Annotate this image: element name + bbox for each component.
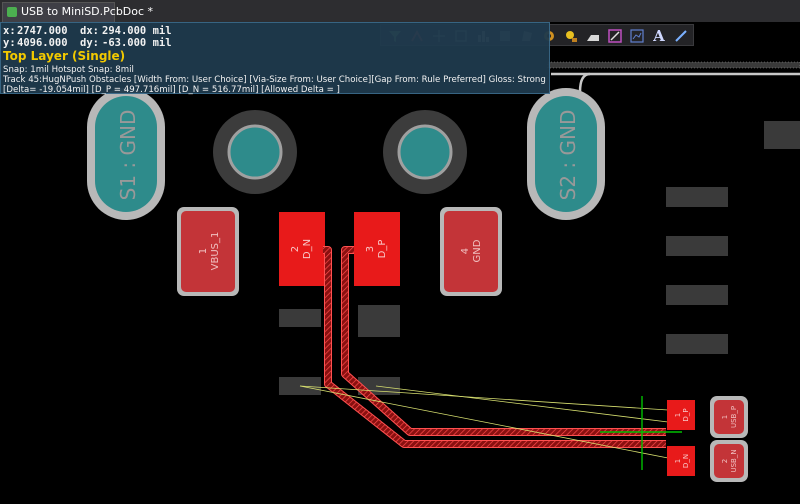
pad-c1-net: USB_P — [730, 406, 738, 428]
document-tab-title: USB to MiniSD.PcbDoc * — [21, 5, 154, 18]
document-tab[interactable]: USB to MiniSD.PcbDoc * — [2, 2, 153, 22]
pad-4-gnd[interactable]: 4 GND — [440, 207, 502, 296]
hud-dy-value: -63.000 mil — [102, 37, 172, 49]
pad-4-net: GND — [472, 239, 483, 262]
pad-2-number: 2 — [290, 246, 301, 252]
pad-r2-dn[interactable]: 1 D_N — [667, 446, 695, 476]
pad-s1-label: S1 : GND — [116, 110, 140, 201]
pad-c1-number: 1 — [721, 415, 729, 419]
pad-r2-net: D_N — [682, 454, 690, 468]
pad-s2-label: S2 : GND — [556, 110, 580, 201]
pad-r1-dp[interactable]: 1 D_P — [667, 400, 695, 430]
pad-2-net: D_N — [302, 239, 313, 259]
pad-c2-usbn[interactable]: 2 USB_N — [710, 440, 748, 482]
document-tab-bar: USB to MiniSD.PcbDoc * — [0, 0, 800, 23]
text-icon[interactable]: A — [651, 27, 667, 45]
hud-snap-info: Snap: 1mil Hotspot Snap: 8mil — [3, 65, 134, 75]
pad-3-net: D_P — [377, 240, 388, 259]
pad-c2-net: USB_N — [730, 449, 738, 472]
line-icon[interactable] — [673, 28, 689, 44]
graph-icon[interactable] — [629, 28, 645, 44]
pad-icon[interactable] — [563, 28, 579, 44]
pad-2-dn[interactable]: 2 D_N — [279, 212, 325, 286]
hud-dx-value: 294.000 mil — [102, 25, 172, 37]
hud-dx-label: dx: — [80, 25, 99, 37]
pad-r1-number: 1 — [674, 413, 682, 417]
hud-dy-label: dy: — [80, 37, 99, 49]
pad-r1-net: D_P — [682, 408, 690, 421]
heads-up-display: x: 2747.000 dx: 294.000 mil y: 4096.000 … — [0, 22, 550, 95]
hud-track-info: Track 45:HugNPush Obstacles [Width From:… — [3, 75, 546, 85]
hud-delta-info: [Delta= -19.054mil] [D_P = 497.716mil] [… — [3, 85, 340, 95]
image-icon[interactable] — [607, 28, 623, 44]
pad-3-dp[interactable]: 3 D_P — [354, 212, 400, 286]
pad-r2-number: 1 — [674, 459, 682, 463]
mounting-hole-left[interactable] — [213, 110, 297, 194]
pad-1-net: VBUS_1 — [210, 232, 221, 271]
hud-y-label: y: — [3, 37, 16, 49]
pad-1-number: 1 — [198, 248, 209, 254]
pad-c2-number: 2 — [721, 459, 729, 463]
hud-x-label: x: — [3, 25, 16, 37]
pad-1-vbus[interactable]: 1 VBUS_1 — [177, 207, 239, 296]
pad-3-number: 3 — [365, 246, 376, 252]
pad-s1[interactable]: S1 : GND — [87, 88, 165, 220]
region-icon[interactable] — [585, 28, 601, 44]
pad-4-number: 4 — [460, 248, 471, 254]
pcb-doc-icon — [7, 7, 17, 17]
pad-s2[interactable]: S2 : GND — [527, 88, 605, 220]
pad-c1-usbp[interactable]: 1 USB_P — [710, 396, 748, 438]
hud-x-value: 2747.000 — [17, 25, 68, 37]
hud-layer-name: Top Layer (Single) — [3, 49, 126, 63]
hud-y-value: 4096.000 — [17, 37, 68, 49]
mounting-hole-right[interactable] — [383, 110, 467, 194]
